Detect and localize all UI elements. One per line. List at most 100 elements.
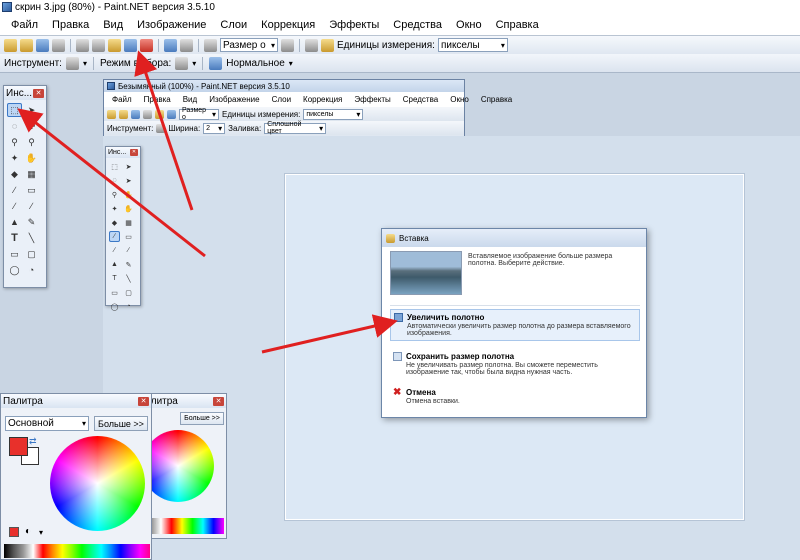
color-picker-icon[interactable]: ∕ bbox=[24, 199, 39, 213]
inner-line-icon[interactable]: ╲ bbox=[123, 273, 134, 284]
pan-icon[interactable]: ✋ bbox=[24, 151, 39, 165]
gradient-icon[interactable]: ▦ bbox=[24, 167, 39, 181]
color-wheel[interactable] bbox=[50, 436, 145, 531]
antialias-icon[interactable] bbox=[209, 56, 223, 70]
move-selection-icon[interactable]: ✚ bbox=[24, 119, 39, 133]
inner-units-select[interactable]: пикселы bbox=[303, 108, 364, 120]
ellipse-icon[interactable]: ◯ bbox=[7, 263, 22, 277]
option-cancel[interactable]: ✖ Отмена Отмена вставки. bbox=[390, 385, 640, 408]
inner-more-button[interactable]: Больше >> bbox=[180, 412, 224, 425]
inner-paste-icon[interactable] bbox=[155, 109, 164, 119]
menu-window[interactable]: Окно bbox=[449, 19, 489, 31]
inner-menu-image[interactable]: Изображение bbox=[203, 95, 265, 104]
inner-paintbrush-icon[interactable]: ∕ bbox=[109, 231, 120, 242]
mode-value[interactable]: Нормальное bbox=[226, 58, 284, 69]
inner-open-icon[interactable] bbox=[119, 109, 128, 119]
menu-help[interactable]: Справка bbox=[489, 19, 546, 31]
inner-save-icon[interactable] bbox=[131, 109, 140, 119]
open-file-icon[interactable] bbox=[20, 38, 33, 52]
copy-icon[interactable] bbox=[92, 38, 105, 52]
zoom-icon[interactable]: ⚲ bbox=[24, 135, 39, 149]
palette-color-icon[interactable] bbox=[9, 527, 19, 537]
menu-tools[interactable]: Средства bbox=[386, 19, 449, 31]
primary-color-swatch[interactable] bbox=[9, 437, 28, 456]
paint-bucket-icon[interactable]: ◆ bbox=[7, 167, 22, 181]
clone-stamp-icon[interactable]: ▲ bbox=[7, 215, 22, 229]
inner-eraser-icon[interactable]: ▭ bbox=[123, 231, 134, 242]
menu-adjustments[interactable]: Коррекция bbox=[254, 19, 322, 31]
zoom-out-icon[interactable] bbox=[204, 38, 217, 52]
close-icon[interactable]: ✕ bbox=[33, 88, 44, 98]
option-expand-canvas[interactable]: Увеличить полотно Автоматически увеличит… bbox=[390, 309, 640, 341]
inner-menu-tools[interactable]: Средства bbox=[397, 95, 444, 104]
inner-color-wheel[interactable] bbox=[142, 430, 214, 502]
zoom-in-icon[interactable] bbox=[281, 38, 294, 52]
line-curve-icon[interactable]: ╲ bbox=[24, 231, 39, 245]
menu-image[interactable]: Изображение bbox=[130, 19, 213, 31]
inner-menu-adjustments[interactable]: Коррекция bbox=[297, 95, 348, 104]
inner-new-icon[interactable] bbox=[107, 109, 116, 119]
inner-pan-icon[interactable]: ✋ bbox=[123, 189, 134, 200]
inner-lasso-icon[interactable]: ◌ bbox=[109, 175, 120, 186]
inner-text-icon[interactable]: T bbox=[109, 273, 120, 284]
more-button[interactable]: Больше >> bbox=[94, 416, 148, 431]
inner-menu-edit[interactable]: Правка bbox=[138, 95, 177, 104]
chevron-down-icon[interactable]: ▾ bbox=[39, 528, 43, 537]
lasso-select-icon[interactable]: ◌ bbox=[7, 119, 22, 133]
menu-edit[interactable]: Правка bbox=[45, 19, 96, 31]
inner-rounded-rect-icon[interactable]: ▢ bbox=[123, 287, 134, 298]
option-keep-canvas-size[interactable]: Сохранить размер полотна Не увеличивать … bbox=[390, 349, 640, 379]
inner-gradient-icon[interactable]: ▦ bbox=[123, 217, 134, 228]
close-icon[interactable]: ✕ bbox=[130, 149, 138, 156]
close-icon[interactable]: ✕ bbox=[138, 396, 149, 406]
chevron-down-icon[interactable]: ▾ bbox=[289, 59, 293, 68]
print-icon[interactable] bbox=[52, 38, 65, 52]
zoom-select[interactable]: Размер о bbox=[220, 38, 278, 52]
inner-width-select[interactable]: 2 bbox=[203, 122, 226, 134]
rectangle-select-icon[interactable]: ⬚ bbox=[7, 103, 22, 117]
chevron-down-icon[interactable]: ▾ bbox=[192, 59, 196, 68]
inner-rect-icon[interactable]: ▭ bbox=[109, 287, 120, 298]
inner-picker-icon[interactable]: ∕ bbox=[123, 245, 134, 256]
inner-palette-swatches[interactable] bbox=[140, 518, 224, 534]
ruler-icon[interactable] bbox=[321, 38, 334, 52]
pencil-icon[interactable]: ∕ bbox=[7, 199, 22, 213]
cut-icon[interactable] bbox=[76, 38, 89, 52]
rectangle-icon[interactable]: ▭ bbox=[7, 247, 22, 261]
inner-stamp-icon[interactable]: ▲ bbox=[109, 259, 120, 270]
inner-wand-icon[interactable]: ✦ bbox=[109, 203, 120, 214]
inner-move-selection-icon[interactable]: ➤ bbox=[123, 175, 134, 186]
paste-icon[interactable] bbox=[108, 38, 121, 52]
inner-select-rect-icon[interactable]: ⬚ bbox=[109, 161, 120, 172]
ellipse-select-icon[interactable]: ⚲ bbox=[7, 135, 22, 149]
chevron-down-icon[interactable]: ▾ bbox=[83, 59, 87, 68]
rounded-rectangle-icon[interactable]: ▢ bbox=[24, 247, 39, 261]
menu-layers[interactable]: Слои bbox=[213, 19, 254, 31]
inner-cut-icon[interactable] bbox=[143, 109, 152, 119]
selection-mode-icon[interactable] bbox=[175, 56, 189, 70]
new-file-icon[interactable] bbox=[4, 38, 17, 52]
inner-undo-icon[interactable] bbox=[167, 109, 176, 119]
swap-colors-icon[interactable]: ⇄ bbox=[29, 436, 37, 447]
palette-menu-icon[interactable]: ◐ bbox=[25, 526, 31, 537]
redo-icon[interactable] bbox=[180, 38, 193, 52]
inner-move-icon[interactable]: ➤ bbox=[123, 161, 134, 172]
menu-view[interactable]: Вид bbox=[96, 19, 130, 31]
text-icon[interactable]: T bbox=[7, 231, 22, 245]
inner-menu-file[interactable]: Файл bbox=[106, 95, 138, 104]
grid-icon[interactable] bbox=[305, 38, 318, 52]
inner-recolor-icon[interactable]: ✎ bbox=[123, 259, 134, 270]
menu-file[interactable]: Файл bbox=[4, 19, 45, 31]
inner-menu-window[interactable]: Окно bbox=[444, 95, 475, 104]
inner-brush-icon[interactable] bbox=[156, 123, 166, 133]
inner-zoom-icon[interactable]: ⚲ bbox=[109, 189, 120, 200]
inner-menu-effects[interactable]: Эффекты bbox=[348, 95, 396, 104]
rectangle-select-icon[interactable] bbox=[65, 56, 79, 70]
magic-wand-icon[interactable]: ✦ bbox=[7, 151, 22, 165]
menu-effects[interactable]: Эффекты bbox=[322, 19, 386, 31]
inner-zoom-select[interactable]: Размер о bbox=[179, 107, 219, 121]
crop-icon[interactable] bbox=[140, 38, 153, 52]
inner-ellipse-icon[interactable]: ◯ bbox=[109, 301, 120, 312]
undo-icon[interactable] bbox=[164, 38, 177, 52]
eraser-icon[interactable]: ▭ bbox=[24, 183, 39, 197]
